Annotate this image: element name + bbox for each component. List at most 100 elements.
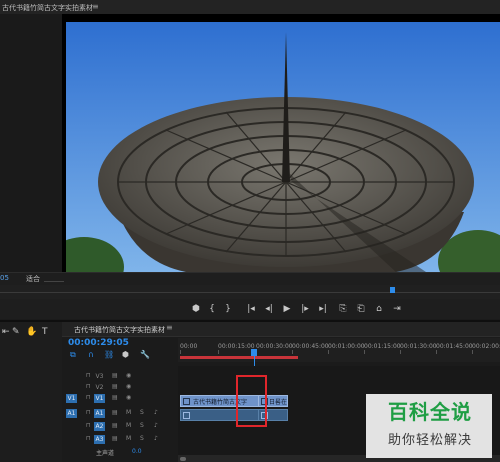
track-header-v1[interactable]: V1 ⊓ V1 ▤ ◉ xyxy=(62,394,178,405)
nest-toggle-icon[interactable]: ⧉ xyxy=(70,350,76,360)
ruler-tick xyxy=(436,350,437,354)
source-patch-toggle[interactable]: A1 xyxy=(66,409,77,418)
play-icon[interactable]: ▶ xyxy=(280,304,294,314)
work-area-bar[interactable] xyxy=(180,356,298,359)
lock-icon[interactable]: ⊓ xyxy=(86,372,91,379)
source-patch-toggle[interactable] xyxy=(66,383,77,392)
mute-button[interactable]: M xyxy=(126,409,131,416)
watermark-title: 百科全说 xyxy=(388,400,472,424)
timeline-settings-icon[interactable]: 🔧 xyxy=(140,350,150,359)
sync-lock-icon[interactable]: ▤ xyxy=(112,383,118,390)
source-monitor-area xyxy=(0,14,62,272)
timeline-timecode[interactable]: 00:00:29:05 xyxy=(68,338,129,348)
sundial-image xyxy=(66,22,500,272)
solo-button[interactable]: S xyxy=(140,409,144,416)
go-to-in-icon[interactable]: |◂ xyxy=(244,304,258,314)
ruler-tick xyxy=(180,350,181,354)
fx-badge-icon xyxy=(183,412,190,419)
solo-button[interactable]: S xyxy=(140,435,144,442)
add-marker-icon[interactable]: ⬢ xyxy=(189,304,203,314)
mute-button[interactable]: M xyxy=(126,422,131,429)
track-header-a3[interactable]: ⊓ A3 ▤ M S ♪ xyxy=(62,435,178,446)
extract-icon[interactable]: ⎗ xyxy=(354,304,368,314)
sync-lock-icon[interactable]: ▤ xyxy=(112,372,118,379)
scrub-track xyxy=(0,292,500,293)
track-target-toggle[interactable]: V3 xyxy=(94,372,105,381)
fit-dropdown-underline xyxy=(44,273,64,282)
track-header-a2[interactable]: ⊓ A2 ▤ M S ♪ xyxy=(62,422,178,433)
ruler-label: 00:01:45:00 xyxy=(436,343,473,350)
fx-badge-icon xyxy=(183,398,190,405)
button-editor-icon[interactable]: ⇥ xyxy=(390,304,404,314)
mark-out-icon[interactable]: } xyxy=(221,304,235,314)
linked-selection-icon[interactable]: ⛓ xyxy=(104,350,114,359)
timeline-playhead[interactable] xyxy=(251,349,257,356)
eye-icon[interactable]: ◉ xyxy=(126,394,131,401)
source-patch-toggle[interactable] xyxy=(66,435,77,444)
ruler-label: 00:02:00:00 xyxy=(472,343,500,350)
lift-icon[interactable]: ⎘ xyxy=(336,304,350,314)
source-patch-toggle[interactable] xyxy=(66,372,77,381)
source-tab-menu-icon[interactable]: ≡ xyxy=(92,2,99,11)
tools-panel xyxy=(0,322,62,462)
master-volume-value[interactable]: 0.0 xyxy=(132,448,142,455)
track-target-toggle[interactable]: V1 xyxy=(94,394,105,403)
track-target-toggle[interactable]: A3 xyxy=(94,435,105,444)
ruler-label: 00:01:00:00 xyxy=(328,343,365,350)
video-clip-2-label: 日晷在 xyxy=(269,399,288,406)
voiceover-icon[interactable]: ♪ xyxy=(154,422,158,429)
ruler-label: 00:01:15:00 xyxy=(364,343,401,350)
step-forward-icon[interactable]: |▸ xyxy=(298,304,312,314)
track-target-toggle[interactable]: A1 xyxy=(94,409,105,418)
timeline-tab[interactable]: 古代书籍竹简古文字实拍素材 xyxy=(74,325,165,335)
step-back-icon[interactable]: ◂| xyxy=(262,304,276,314)
program-playhead[interactable] xyxy=(390,287,395,293)
voiceover-icon[interactable]: ♪ xyxy=(154,409,158,416)
monitor-info-bar xyxy=(0,272,500,285)
sync-lock-icon[interactable]: ▤ xyxy=(112,394,118,401)
lock-icon[interactable]: ⊓ xyxy=(86,422,91,429)
lock-icon[interactable]: ⊓ xyxy=(86,409,91,416)
lock-icon[interactable]: ⊓ xyxy=(86,394,91,401)
hand-tool-icon[interactable]: ✋ xyxy=(26,327,37,337)
ruler-label: 00:00 xyxy=(180,343,198,350)
ripple-edit-tool-icon[interactable]: ⇤ xyxy=(2,327,10,337)
voiceover-icon[interactable]: ♪ xyxy=(154,435,158,442)
ruler-tick xyxy=(218,350,219,354)
source-patch-toggle[interactable] xyxy=(66,422,77,431)
eye-icon[interactable]: ◉ xyxy=(126,372,131,379)
track-header-v3[interactable]: ⊓ V3 ▤ ◉ xyxy=(62,372,178,383)
track-target-toggle[interactable]: A2 xyxy=(94,422,105,431)
master-track-label: 主声道 xyxy=(96,450,115,457)
highlight-box xyxy=(236,375,267,427)
pen-tool-icon[interactable]: ✎ xyxy=(12,327,20,337)
timeline-tab-menu-icon[interactable]: ≡ xyxy=(166,323,173,332)
export-frame-icon[interactable]: ⌂ xyxy=(372,304,386,314)
fit-dropdown[interactable]: 适合 xyxy=(26,274,40,284)
snap-icon[interactable]: ∩ xyxy=(88,350,94,359)
scrollbar-thumb[interactable] xyxy=(180,457,186,461)
source-tab[interactable]: 古代书籍竹简古文字实拍素材 xyxy=(2,3,93,13)
sync-lock-icon[interactable]: ▤ xyxy=(112,422,118,429)
program-timecode[interactable]: 05 xyxy=(0,274,9,282)
ruler-label: 00:00:45:00 xyxy=(292,343,329,350)
source-patch-toggle[interactable]: V1 xyxy=(66,394,77,403)
ruler-tick xyxy=(400,350,401,354)
sync-lock-icon[interactable]: ▤ xyxy=(112,409,118,416)
mark-in-icon[interactable]: { xyxy=(205,304,219,314)
add-marker-timeline-icon[interactable]: ⬢ xyxy=(122,350,129,359)
lock-icon[interactable]: ⊓ xyxy=(86,383,91,390)
solo-button[interactable]: S xyxy=(140,422,144,429)
track-target-toggle[interactable]: V2 xyxy=(94,383,105,392)
track-header-a1[interactable]: A1 ⊓ A1 ▤ M S ♪ xyxy=(62,409,178,420)
ruler-tick xyxy=(292,350,293,354)
mute-button[interactable]: M xyxy=(126,435,131,442)
eye-icon[interactable]: ◉ xyxy=(126,383,131,390)
go-to-out-icon[interactable]: ▸| xyxy=(316,304,330,314)
sundial-video-frame xyxy=(66,22,500,272)
lock-icon[interactable]: ⊓ xyxy=(86,435,91,442)
ruler-tick xyxy=(328,350,329,354)
track-header-v2[interactable]: ⊓ V2 ▤ ◉ xyxy=(62,383,178,394)
sync-lock-icon[interactable]: ▤ xyxy=(112,435,118,442)
type-tool-icon[interactable]: T xyxy=(42,327,48,337)
